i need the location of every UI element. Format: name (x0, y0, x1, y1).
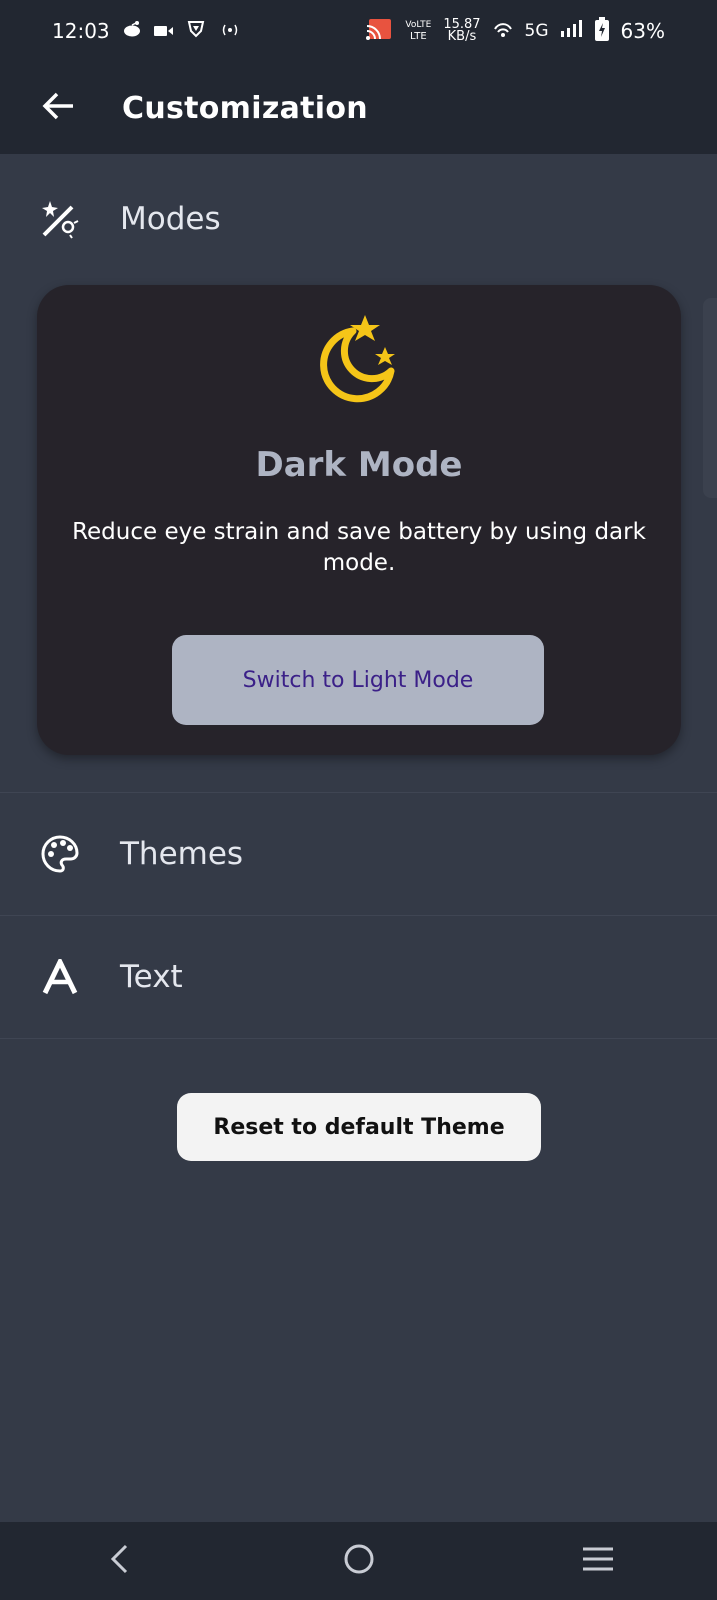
vpn-shield-icon (186, 19, 206, 44)
section-label-themes: Themes (120, 836, 244, 872)
dark-mode-description: Reduce eye strain and save battery by us… (72, 519, 646, 576)
reset-theme-button[interactable]: Reset to default Theme (177, 1093, 541, 1161)
network-speed: 15.87 KB/s (443, 17, 481, 44)
cast-icon (365, 17, 393, 46)
status-bar-left: 12:03 (52, 19, 242, 44)
section-text[interactable]: Text (0, 916, 717, 1038)
divider (0, 1038, 717, 1039)
letter-a-icon (40, 957, 80, 997)
signal-icon (560, 19, 583, 44)
palette-icon (40, 834, 80, 874)
nav-home-button[interactable] (319, 1531, 399, 1591)
wifi-icon (493, 19, 513, 43)
status-bar-right: VoLTE LTE 15.87 KB/s 5G 63% (365, 16, 665, 46)
nav-home-icon (342, 1542, 376, 1580)
video-icon (153, 19, 174, 43)
battery-percent: 63% (620, 19, 665, 43)
dark-mode-title: Dark Mode (255, 445, 463, 485)
system-nav-bar (0, 1522, 717, 1600)
volte-indicator: VoLTE LTE (405, 20, 432, 42)
nav-back-icon (108, 1543, 132, 1579)
magic-wand-icon (40, 199, 80, 239)
section-label-modes: Modes (120, 201, 221, 237)
reddit-icon (122, 19, 142, 43)
dark-mode-card: Dark Mode Reduce eye strain and save bat… (37, 285, 681, 755)
page-title: Customization (122, 90, 368, 126)
arrow-left-icon (41, 91, 75, 125)
nav-recents-button[interactable] (558, 1531, 638, 1591)
nav-back-button[interactable] (80, 1531, 160, 1591)
back-button[interactable] (28, 78, 88, 138)
battery-icon (594, 16, 609, 46)
section-themes[interactable]: Themes (0, 793, 717, 915)
section-label-text: Text (120, 959, 183, 995)
app-bar: Customization (0, 62, 717, 154)
scroll-indicator (703, 298, 717, 498)
moon-stars-icon (309, 313, 409, 403)
hotspot-icon (218, 19, 242, 43)
network-type: 5G (524, 21, 549, 41)
section-modes[interactable]: Modes (0, 154, 717, 284)
status-bar: 12:03 VoLTE LTE 15.87 KB/s 5G 63% (0, 0, 717, 62)
switch-to-light-mode-button[interactable]: Switch to Light Mode (172, 635, 544, 725)
nav-menu-icon (581, 1545, 615, 1577)
status-time: 12:03 (52, 19, 110, 43)
